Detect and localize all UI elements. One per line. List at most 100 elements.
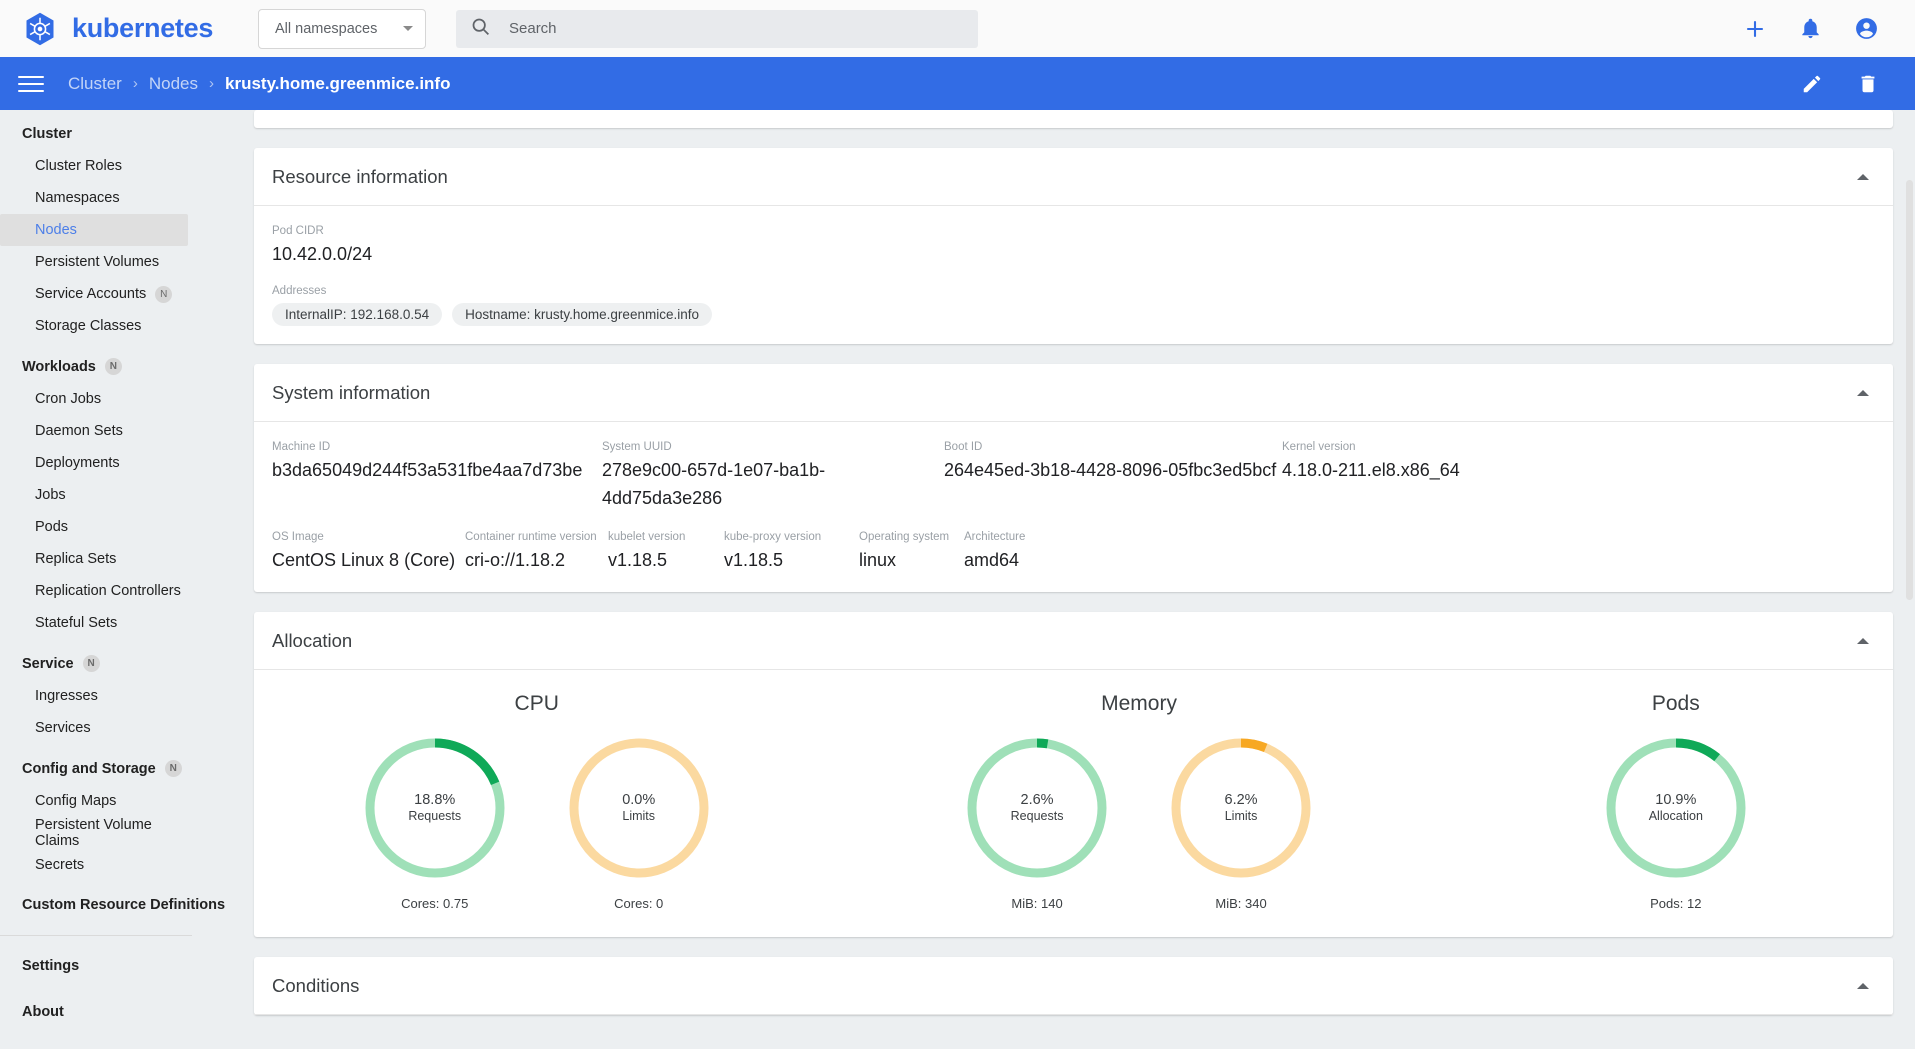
account-circle-icon[interactable] [1854, 16, 1879, 41]
system-information-header[interactable]: System information [254, 364, 1893, 422]
sidebar-item-cluster-roles[interactable]: Cluster Roles [0, 150, 188, 182]
architecture-field: Architecture amd64 [964, 528, 1025, 574]
machine-id-field: Machine ID b3da65049d244f53a531fbe4aa7d7… [272, 438, 602, 512]
search-icon [470, 16, 491, 42]
donut-sublabel: Limits [1224, 809, 1258, 824]
sidebar-item-pods[interactable]: Pods [0, 511, 188, 543]
donut-sublabel: Requests [1010, 809, 1064, 824]
brand-logo-area[interactable]: kubernetes [0, 11, 232, 47]
sidebar-item-service-accounts[interactable]: Service Accounts N [0, 278, 188, 310]
operating-system-label: Operating system [859, 531, 950, 543]
sidebar-item-config-maps[interactable]: Config Maps [0, 785, 188, 817]
sidebar-item-replica-sets[interactable]: Replica Sets [0, 543, 188, 575]
sidebar-item-label: Stateful Sets [35, 615, 118, 631]
donut-chart: 6.2% Limits [1167, 734, 1315, 882]
sidebar-item-secrets[interactable]: Secrets [0, 849, 188, 881]
chevron-up-icon[interactable] [1857, 982, 1869, 989]
address-chip-hostname: Hostname: krusty.home.greenmice.info [452, 303, 712, 326]
sidebar-item-about[interactable]: About [0, 996, 232, 1028]
os-image-label: OS Image [272, 531, 324, 543]
allocation-group-pods: Pods 10.9% Allocation Pods: 12 [1459, 692, 1893, 911]
chevron-up-icon[interactable] [1857, 389, 1869, 396]
breadcrumb-item-nodes[interactable]: Nodes [149, 74, 198, 94]
donut-percent: 2.6% [1020, 792, 1054, 809]
allocation-group-cpu: CPU 18.8% Requests Cores: 0.75 0.0% Limits Cor… [254, 692, 819, 911]
app-header: kubernetes All namespaces Search [0, 0, 1915, 57]
sidebar-group-workloads[interactable]: Workloads N [0, 350, 232, 383]
sidebar-group-badge: N [164, 760, 182, 777]
machine-id-value: b3da65049d244f53a531fbe4aa7d73be [272, 460, 583, 480]
sidebar-item-label: Service Accounts [35, 286, 147, 302]
os-image-field: OS Image CentOS Linux 8 (Core) [272, 528, 465, 574]
donut-row: 10.9% Allocation Pods: 12 [1459, 734, 1893, 911]
sidebar-item-services[interactable]: Services [0, 712, 188, 744]
system-information-row-2: OS Image CentOS Linux 8 (Core) Container… [272, 528, 1875, 574]
kubernetes-helm-logo-icon [22, 11, 58, 47]
pencil-icon[interactable] [1801, 73, 1823, 95]
sidebar-item-label: Namespaces [35, 190, 120, 206]
donut-center-label: 6.2% Limits [1167, 734, 1315, 882]
sidebar-group-badge: N [82, 655, 100, 672]
sidebar-item-persistent-volume-claims[interactable]: Persistent Volume Claims [0, 817, 188, 849]
sidebar-item-jobs[interactable]: Jobs [0, 479, 188, 511]
conditions-header[interactable]: Conditions [254, 957, 1893, 1015]
system-uuid-field: System UUID 278e9c00-657d-1e07-ba1b-4dd7… [602, 438, 944, 512]
page-scrollbar[interactable] [1906, 180, 1913, 600]
sidebar-item-label: Settings [22, 958, 80, 974]
sidebar-item-label: About [22, 1004, 64, 1020]
search-input[interactable]: Search [456, 9, 978, 48]
sidebar-item-daemon-sets[interactable]: Daemon Sets [0, 415, 188, 447]
sidebar-item-label: Ingresses [35, 688, 98, 704]
sidebar-item-replication-controllers[interactable]: Replication Controllers [0, 575, 188, 607]
allocation-header[interactable]: Allocation [254, 612, 1893, 670]
sidebar-item-settings[interactable]: Settings [0, 950, 232, 982]
chevron-up-icon[interactable] [1857, 173, 1869, 180]
donut-footer: Cores: 0.75 [401, 896, 469, 911]
kubelet-version-value: v1.18.5 [608, 550, 668, 570]
kube-proxy-version-label: kube-proxy version [724, 531, 822, 543]
trash-icon[interactable] [1857, 73, 1879, 95]
resource-information-header[interactable]: Resource information [254, 148, 1893, 206]
sidebar-item-cron-jobs[interactable]: Cron Jobs [0, 383, 188, 415]
chevron-up-icon[interactable] [1857, 637, 1869, 644]
system-information-row-1: Machine ID b3da65049d244f53a531fbe4aa7d7… [272, 438, 1875, 512]
donut-percent: 0.0% [622, 792, 656, 809]
kube-proxy-version-value: v1.18.5 [724, 550, 784, 570]
sidebar-item-stateful-sets[interactable]: Stateful Sets [0, 607, 188, 639]
sidebar-group-service[interactable]: Service N [0, 647, 232, 680]
sidebar-item-label: Replica Sets [35, 551, 117, 567]
sidebar-group-cluster[interactable]: Cluster [0, 118, 232, 150]
sidebar-item-namespaces[interactable]: Namespaces [0, 182, 188, 214]
plus-icon[interactable] [1743, 17, 1767, 41]
sidebar-item-storage-classes[interactable]: Storage Classes [0, 310, 188, 342]
breadcrumb-item-cluster[interactable]: Cluster [68, 74, 122, 94]
bell-icon[interactable] [1799, 17, 1822, 40]
allocation-group-title: Memory [1101, 692, 1177, 715]
sidebar-group-config-and-storage[interactable]: Config and Storage N [0, 752, 232, 785]
address-chip-internalip: InternalIP: 192.168.0.54 [272, 303, 443, 326]
sidebar-group-custom-resource-definitions[interactable]: Custom Resource Definitions [0, 889, 232, 921]
sidebar-item-nodes[interactable]: Nodes [0, 214, 188, 246]
donut-sublabel: Requests [408, 809, 462, 824]
donut-percent: 6.2% [1224, 792, 1258, 809]
sidebar-item-label: Storage Classes [35, 318, 142, 334]
breadcrumb-item-current: krusty.home.greenmice.info [225, 73, 451, 93]
pod-cidr-field: Pod CIDR 10.42.0.0/24 [272, 222, 1875, 268]
sidebar-item-ingresses[interactable]: Ingresses [0, 680, 188, 712]
namespace-selector[interactable]: All namespaces [258, 8, 426, 49]
boot-id-value: 264e45ed-3b18-4428-8096-05fbc3ed5bcf [944, 460, 1277, 480]
sidebar-item-label: Cluster Roles [35, 158, 123, 174]
sidebar-item-persistent-volumes[interactable]: Persistent Volumes [0, 246, 188, 278]
allocation-card: Allocation CPU 18.8% Requests Cores: 0.75 0.… [254, 612, 1893, 937]
sidebar-item-deployments[interactable]: Deployments [0, 447, 188, 479]
donut-center-label: 0.0% Limits [565, 734, 713, 882]
donut-allocation: 10.9% Allocation Pods: 12 [1602, 734, 1750, 911]
breadcrumb-separator: › [132, 75, 138, 92]
hamburger-menu-icon[interactable] [18, 75, 44, 92]
donut-limits: 6.2% Limits MiB: 340 [1167, 734, 1315, 911]
sidebar-item-label: Services [35, 720, 91, 736]
donut-percent: 10.9% [1655, 792, 1697, 809]
system-uuid-label: System UUID [602, 441, 672, 453]
sidebar-group-badge: N [104, 358, 122, 375]
donut-chart: 0.0% Limits [565, 734, 713, 882]
